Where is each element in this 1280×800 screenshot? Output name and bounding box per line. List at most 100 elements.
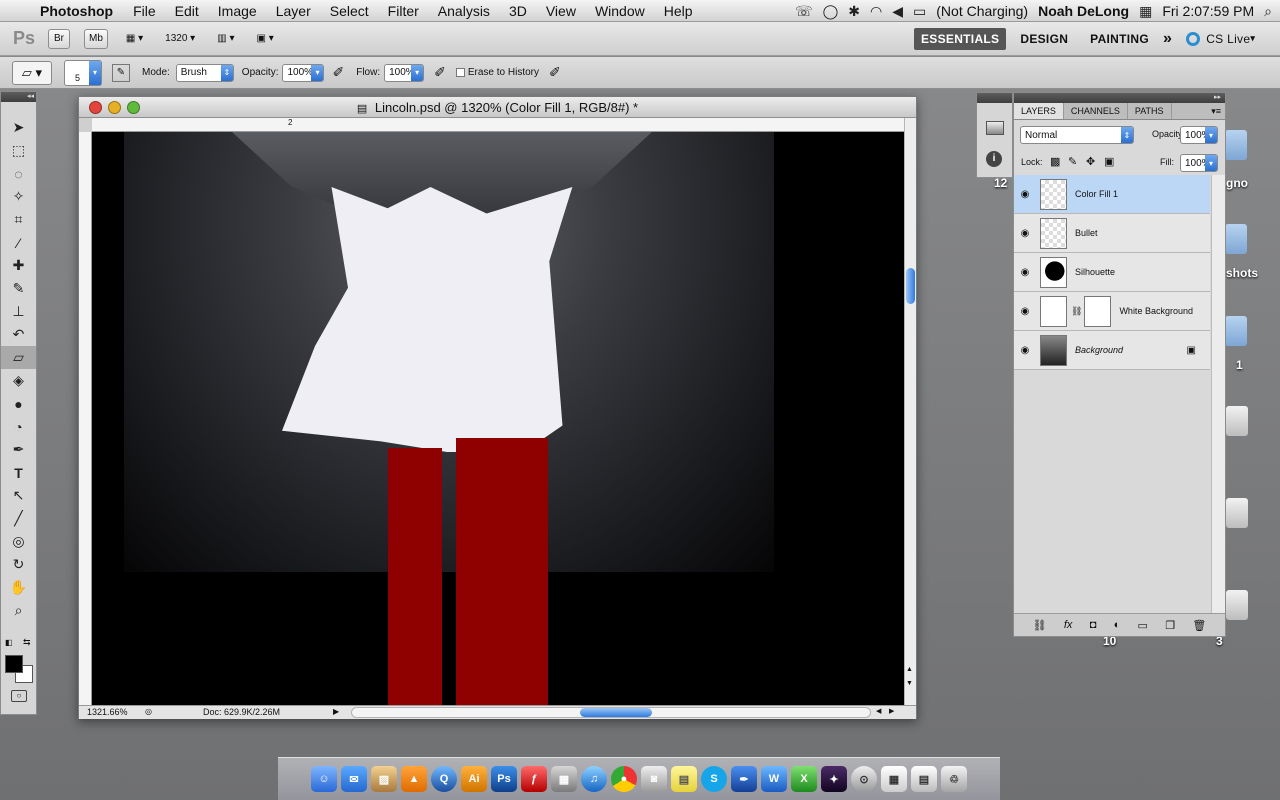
- flash-icon[interactable]: ƒ: [521, 766, 547, 792]
- time-machine-icon[interactable]: ⊙: [851, 766, 877, 792]
- airbrush-icon[interactable]: ✐: [434, 64, 446, 81]
- zoom-level[interactable]: 1320 ▾: [161, 29, 199, 49]
- cs-live-arrow-icon[interactable]: ▾: [1250, 33, 1255, 44]
- bluetooth-icon[interactable]: ✱: [848, 3, 860, 20]
- lock-all-icon[interactable]: ▣: [1104, 155, 1114, 168]
- menu-edit[interactable]: Edit: [175, 3, 199, 19]
- word-icon[interactable]: W: [761, 766, 787, 792]
- visibility-eye-icon[interactable]: ◉: [1014, 228, 1036, 239]
- visibility-eye-icon[interactable]: ◉: [1014, 345, 1036, 356]
- 3d-orbit-tool-icon[interactable]: ↻: [1, 553, 36, 576]
- vertical-ruler[interactable]: [79, 132, 92, 705]
- layer-row-color-fill[interactable]: ◉ Color Fill 1: [1014, 175, 1210, 214]
- new-group-icon[interactable]: ▭: [1138, 619, 1148, 632]
- scroll-right-icon[interactable]: ▶: [889, 707, 894, 715]
- menu-3d[interactable]: 3D: [509, 3, 527, 19]
- zoom-button[interactable]: [127, 101, 140, 114]
- cs-live-icon[interactable]: [1186, 31, 1201, 46]
- iphoto-icon[interactable]: ▦: [551, 766, 577, 792]
- menu-window[interactable]: Window: [595, 3, 645, 19]
- trash-icon[interactable]: ♲: [941, 766, 967, 792]
- quick-mask-icon[interactable]: ○: [11, 690, 27, 702]
- horizontal-scroll-thumb[interactable]: [580, 708, 652, 717]
- illustrator-icon[interactable]: Ai: [461, 766, 487, 792]
- chrome-icon[interactable]: ●: [611, 766, 637, 792]
- menu-image[interactable]: Image: [218, 3, 257, 19]
- blur-tool-icon[interactable]: ●: [1, 392, 36, 415]
- downloads-stack-icon[interactable]: ▤: [911, 766, 937, 792]
- eraser-tool-icon[interactable]: ▱: [1, 346, 36, 369]
- blend-mode-select[interactable]: Normal ⇕: [1020, 126, 1134, 144]
- horizontal-ruler[interactable]: 2: [92, 118, 904, 132]
- status-menu-arrow-icon[interactable]: ▶: [333, 707, 339, 716]
- menu-view[interactable]: View: [546, 3, 576, 19]
- hand-tool-icon[interactable]: ✋: [1, 576, 36, 599]
- phone-icon[interactable]: ☏: [795, 3, 813, 20]
- tab-layers[interactable]: LAYERS: [1014, 103, 1064, 119]
- excel-icon[interactable]: X: [791, 766, 817, 792]
- layer-row-silhouette[interactable]: ◉ Silhouette: [1014, 253, 1210, 292]
- finder-icon[interactable]: ☺: [311, 766, 337, 792]
- panel-menu-icon[interactable]: ▾≡: [1211, 103, 1225, 119]
- chat-icon[interactable]: ◯: [823, 3, 839, 20]
- battery-icon[interactable]: ▭: [913, 3, 926, 20]
- layers-scrollbar[interactable]: [1211, 175, 1225, 613]
- desktop-folder-icon[interactable]: [1225, 316, 1247, 346]
- visibility-eye-icon[interactable]: ◉: [1014, 306, 1036, 317]
- layers-panel-header[interactable]: ▸▸: [1014, 93, 1225, 103]
- view-extras-icon[interactable]: ▦ ▾: [122, 29, 147, 49]
- menu-file[interactable]: File: [133, 3, 156, 19]
- calendar-dock-icon[interactable]: ▦: [881, 766, 907, 792]
- quick-selection-tool-icon[interactable]: ✧: [1, 185, 36, 208]
- calendar-icon[interactable]: ▦: [1139, 3, 1152, 20]
- lasso-tool-icon[interactable]: ◌: [1, 162, 36, 185]
- info-panel-icon[interactable]: i: [986, 151, 1002, 167]
- scroll-left-icon[interactable]: ◀: [876, 707, 881, 715]
- type-tool-icon[interactable]: T: [1, 461, 36, 484]
- layer-opacity-field[interactable]: 100% ▾: [1180, 126, 1218, 144]
- paint-bucket-tool-icon[interactable]: ◈: [1, 369, 36, 392]
- eraser-preset-icon[interactable]: ▱ ▾: [12, 60, 52, 85]
- brush-tool-icon[interactable]: ✎: [1, 277, 36, 300]
- menu-layer[interactable]: Layer: [276, 3, 311, 19]
- layer-row-background[interactable]: ◉ Background ▣: [1014, 331, 1210, 370]
- line-tool-icon[interactable]: ╱: [1, 507, 36, 530]
- quicktime-icon[interactable]: Q: [431, 766, 457, 792]
- crop-tool-icon[interactable]: ⌗: [1, 208, 36, 231]
- swap-colors-icon[interactable]: ⇆: [23, 637, 31, 648]
- erase-history-label[interactable]: Erase to History: [468, 67, 539, 78]
- mini-bridge-button[interactable]: Mb: [84, 28, 108, 49]
- lock-image-icon[interactable]: ✎: [1068, 155, 1077, 168]
- scroll-down-icon[interactable]: ▼: [906, 680, 913, 687]
- lock-transparent-icon[interactable]: ▩: [1050, 155, 1060, 168]
- desktop-drive-icon[interactable]: [1226, 406, 1248, 436]
- foreground-color-swatch[interactable]: [5, 655, 23, 673]
- pressure-opacity-icon[interactable]: ✐: [332, 64, 344, 81]
- skype-icon[interactable]: S: [701, 766, 727, 792]
- minimize-button[interactable]: [108, 101, 121, 114]
- vertical-scrollbar[interactable]: ▲ ▼: [904, 118, 916, 705]
- vlc-icon[interactable]: ▲: [401, 766, 427, 792]
- workspace-painting[interactable]: PAINTING: [1090, 32, 1149, 46]
- bridge-button[interactable]: Br: [48, 28, 70, 49]
- brush-size-picker[interactable]: 5 ▾: [64, 59, 102, 86]
- tab-paths[interactable]: PATHS: [1128, 103, 1172, 119]
- wifi-icon[interactable]: ◠: [870, 3, 882, 20]
- layer-mask-thumbnail[interactable]: [1084, 295, 1112, 327]
- tab-channels[interactable]: CHANNELS: [1064, 103, 1128, 119]
- link-layers-icon[interactable]: ⛓: [1033, 619, 1047, 632]
- pen-tool-icon[interactable]: ✒: [1, 438, 36, 461]
- workspace-design[interactable]: DESIGN: [1020, 32, 1068, 46]
- clone-stamp-tool-icon[interactable]: ⊥: [1, 300, 36, 323]
- stickies-icon[interactable]: ▤: [671, 766, 697, 792]
- layer-row-bullet[interactable]: ◉ Bullet: [1014, 214, 1210, 253]
- arrange-documents-icon[interactable]: ▥ ▾: [213, 29, 238, 49]
- spotlight-icon[interactable]: ⌕: [1264, 3, 1272, 20]
- desktop-folder-icon[interactable]: [1225, 130, 1247, 160]
- mode-select[interactable]: Brush ⇕: [175, 63, 234, 82]
- ichat-icon[interactable]: ✒: [731, 766, 757, 792]
- itunes-icon[interactable]: ♫: [581, 766, 607, 792]
- menu-help[interactable]: Help: [664, 3, 693, 19]
- tools-panel-header[interactable]: ◂◂: [1, 92, 36, 102]
- marquee-tool-icon[interactable]: ⬚: [1, 139, 36, 162]
